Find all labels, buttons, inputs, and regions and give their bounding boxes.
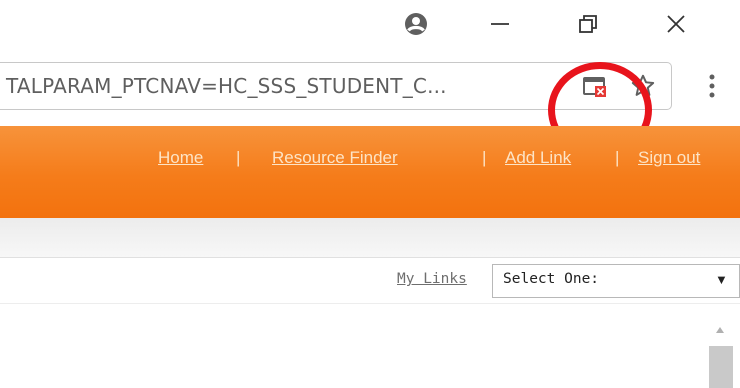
scrollbar-thumb[interactable] — [709, 346, 733, 388]
browser-title-bar — [0, 0, 740, 50]
scroll-up-button[interactable] — [712, 322, 728, 338]
restore-button[interactable] — [566, 6, 610, 42]
profile-button[interactable] — [394, 6, 438, 42]
menu-band — [0, 218, 740, 258]
close-icon — [667, 15, 685, 33]
app-header: Home | Resource Finder | Add Link | Sign… — [0, 126, 740, 218]
header-separator: | — [482, 148, 487, 167]
scroll-up-arrow-icon — [716, 327, 724, 333]
header-links: Home | Resource Finder | Add Link | Sign… — [0, 148, 740, 178]
header-separator: | — [236, 148, 241, 167]
my-links-select[interactable]: Select One: ▼ — [492, 264, 740, 298]
resource-finder-link[interactable]: Resource Finder — [272, 148, 398, 168]
restore-icon — [579, 15, 597, 33]
close-button[interactable] — [654, 6, 698, 42]
more-vert-icon — [709, 74, 715, 98]
select-value: Select One: — [503, 271, 600, 287]
my-links-link[interactable]: My Links — [397, 271, 467, 287]
add-link-link[interactable]: Add Link — [505, 148, 571, 168]
account-circle-icon — [405, 13, 427, 35]
browser-menu-button[interactable] — [700, 66, 724, 106]
chevron-down-icon: ▼ — [715, 272, 728, 287]
sign-out-link[interactable]: Sign out — [638, 148, 700, 168]
minimize-button[interactable] — [478, 6, 522, 42]
url-text[interactable]: TALPARAM_PTCNAV=HC_SSS_STUDENT_C... — [6, 74, 447, 98]
my-links-bar: My Links Select One: ▼ — [0, 258, 740, 304]
minimize-icon — [491, 23, 509, 25]
home-link[interactable]: Home — [158, 148, 203, 168]
header-separator: | — [615, 148, 620, 167]
